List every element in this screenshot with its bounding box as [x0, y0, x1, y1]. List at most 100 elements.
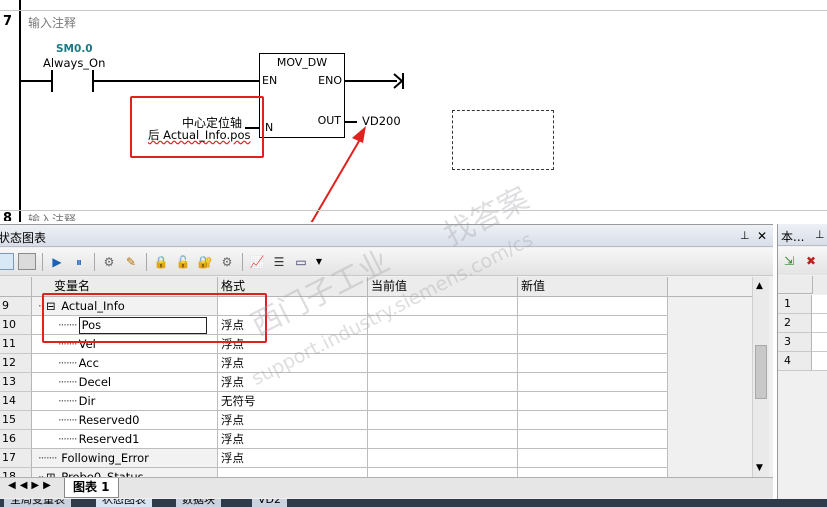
table-row[interactable]: 13 ······· Decel 浮点: [0, 373, 752, 392]
scroll-up-icon[interactable]: ▲: [756, 281, 763, 291]
format-cell[interactable]: 浮点: [218, 430, 368, 449]
vertical-scrollbar[interactable]: ▲ ▼: [752, 277, 769, 477]
col-current[interactable]: 当前值: [368, 277, 518, 297]
format-cell[interactable]: 浮点: [218, 354, 368, 373]
tree-line: ······· Dir: [58, 394, 96, 408]
read-forced-icon[interactable]: ⚙: [218, 253, 236, 270]
delete-chart-icon[interactable]: [18, 253, 36, 270]
pin-icon[interactable]: ⊥: [740, 229, 750, 242]
panel-titlebar: 状态图表 ⊥ ✕: [0, 225, 773, 247]
ladder-editor[interactable]: 7 输入注释 SM0.0 Always_On MOV_DW EN ENO N O…: [0, 0, 827, 222]
new-value-cell[interactable]: [518, 392, 668, 411]
add-chart-icon[interactable]: [0, 253, 14, 270]
rung-number: 8: [3, 211, 13, 221]
row-number[interactable]: 13: [0, 373, 32, 392]
format-cell[interactable]: 浮点: [218, 373, 368, 392]
close-icon[interactable]: ✕: [757, 229, 767, 243]
read-icon[interactable]: ⚙: [100, 253, 118, 270]
new-value-cell[interactable]: [518, 297, 668, 316]
chevron-down-icon[interactable]: ▼: [310, 253, 328, 270]
symbol-cell[interactable]: [812, 352, 827, 371]
variable-name[interactable]: Reserved0: [79, 413, 140, 427]
current-value-cell: [368, 430, 518, 449]
table-row[interactable]: 15 ······· Reserved0 浮点: [0, 411, 752, 430]
table-view-icon[interactable]: ☰: [270, 253, 288, 270]
symbol-cell[interactable]: [812, 333, 827, 352]
sheet-tab[interactable]: 图表 1: [64, 478, 119, 498]
force-lock-icon[interactable]: 🔒: [152, 253, 170, 270]
new-value-cell[interactable]: [518, 354, 668, 373]
row-number[interactable]: 3: [778, 333, 812, 352]
bottom-tab[interactable]: 全局变量表: [4, 499, 71, 507]
bottom-tab[interactable]: 数据块: [176, 499, 221, 507]
current-value-cell: [368, 449, 518, 468]
row-number[interactable]: 12: [0, 354, 32, 373]
current-value-cell: [368, 411, 518, 430]
row-number[interactable]: 14: [0, 392, 32, 411]
highlight-rect: [42, 293, 267, 343]
callout-arrow-icon: [310, 126, 366, 222]
bottom-tab[interactable]: VD2: [252, 499, 287, 507]
variable-name[interactable]: Dir: [79, 394, 96, 408]
symbol-cell[interactable]: [812, 314, 827, 333]
current-value-cell: [368, 392, 518, 411]
symbol-cell[interactable]: [812, 295, 827, 314]
row-number[interactable]: 2: [778, 314, 812, 333]
new-value-cell[interactable]: [518, 468, 668, 477]
table-row[interactable]: 17 ······· Following_Error 浮点: [0, 449, 752, 468]
delete-row-icon[interactable]: ✖: [806, 254, 816, 268]
pin-icon[interactable]: ⊥: [815, 228, 825, 241]
row-number[interactable]: 4: [778, 352, 812, 371]
format-cell[interactable]: 浮点: [218, 411, 368, 430]
new-value-cell[interactable]: [518, 335, 668, 354]
rung-comment[interactable]: 输入注释: [28, 211, 76, 221]
current-value-cell: [368, 316, 518, 335]
unforce-lock-icon[interactable]: 🔓: [174, 253, 192, 270]
trend-view-icon[interactable]: 📈: [248, 253, 266, 270]
row-number[interactable]: 11: [0, 335, 32, 354]
row-number[interactable]: 15: [0, 411, 32, 430]
row-number[interactable]: 16: [0, 430, 32, 449]
row-number[interactable]: 9: [0, 297, 32, 316]
new-value-cell[interactable]: [518, 449, 668, 468]
col-new[interactable]: 新值: [518, 277, 668, 297]
bottom-tab[interactable]: 状态图表: [96, 499, 152, 507]
table-row[interactable]: 12 ······· Acc 浮点: [0, 354, 752, 373]
row-number[interactable]: 1: [778, 295, 812, 314]
bottom-tabs: 全局变量表 状态图表 数据块 VD2: [0, 499, 827, 507]
variable-name[interactable]: Reserved1: [79, 432, 140, 446]
expand-icon[interactable]: ⊞: [46, 470, 56, 477]
new-value-cell[interactable]: [518, 430, 668, 449]
row-header-corner: [0, 277, 32, 297]
write-pencil-icon[interactable]: ✎: [122, 253, 140, 270]
unforce-all-icon[interactable]: 🔐: [196, 253, 214, 270]
sheet-tabs-bar: ◀◀▶▶ 图表 1: [0, 477, 773, 498]
variable-name[interactable]: Probe0_Status: [61, 470, 143, 477]
table-row[interactable]: 14 ······· Dir 无符号: [0, 392, 752, 411]
scroll-down-icon[interactable]: ▼: [756, 463, 763, 473]
add-row-icon[interactable]: ⇲: [784, 254, 794, 268]
pause-monitor-icon[interactable]: ⏸: [70, 253, 88, 270]
sheet-nav-arrows-icon[interactable]: ◀◀▶▶: [8, 480, 55, 491]
rung-separator: [0, 210, 827, 211]
new-value-cell[interactable]: [518, 373, 668, 392]
format-cell[interactable]: [218, 468, 368, 477]
tree-line: ······· Decel: [58, 375, 112, 389]
new-value-cell[interactable]: [518, 411, 668, 430]
status-toolbar: ▶ ⏸ ⚙ ✎ 🔒 🔓 🔐 ⚙ 📈 ☰ ▭ ▼: [0, 248, 773, 276]
row-number[interactable]: 17: [0, 449, 32, 468]
format-cell[interactable]: 浮点: [218, 449, 368, 468]
format-cell[interactable]: 无符号: [218, 392, 368, 411]
variable-name[interactable]: Acc: [79, 356, 99, 370]
variable-name[interactable]: Following_Error: [61, 451, 149, 465]
start-monitor-icon[interactable]: ▶: [48, 253, 66, 270]
new-value-cell[interactable]: [518, 316, 668, 335]
options-dropdown-icon[interactable]: ▭: [292, 253, 310, 270]
table-row[interactable]: 16 ······· Reserved1 浮点: [0, 430, 752, 449]
table-row[interactable]: 18 ·· ⊞ Probe0_Status: [0, 468, 752, 477]
tree-line: ······· Acc: [58, 356, 99, 370]
variable-name[interactable]: Decel: [79, 375, 112, 389]
scroll-thumb[interactable]: [755, 345, 767, 399]
row-number[interactable]: 10: [0, 316, 32, 335]
row-number[interactable]: 18: [0, 468, 32, 477]
